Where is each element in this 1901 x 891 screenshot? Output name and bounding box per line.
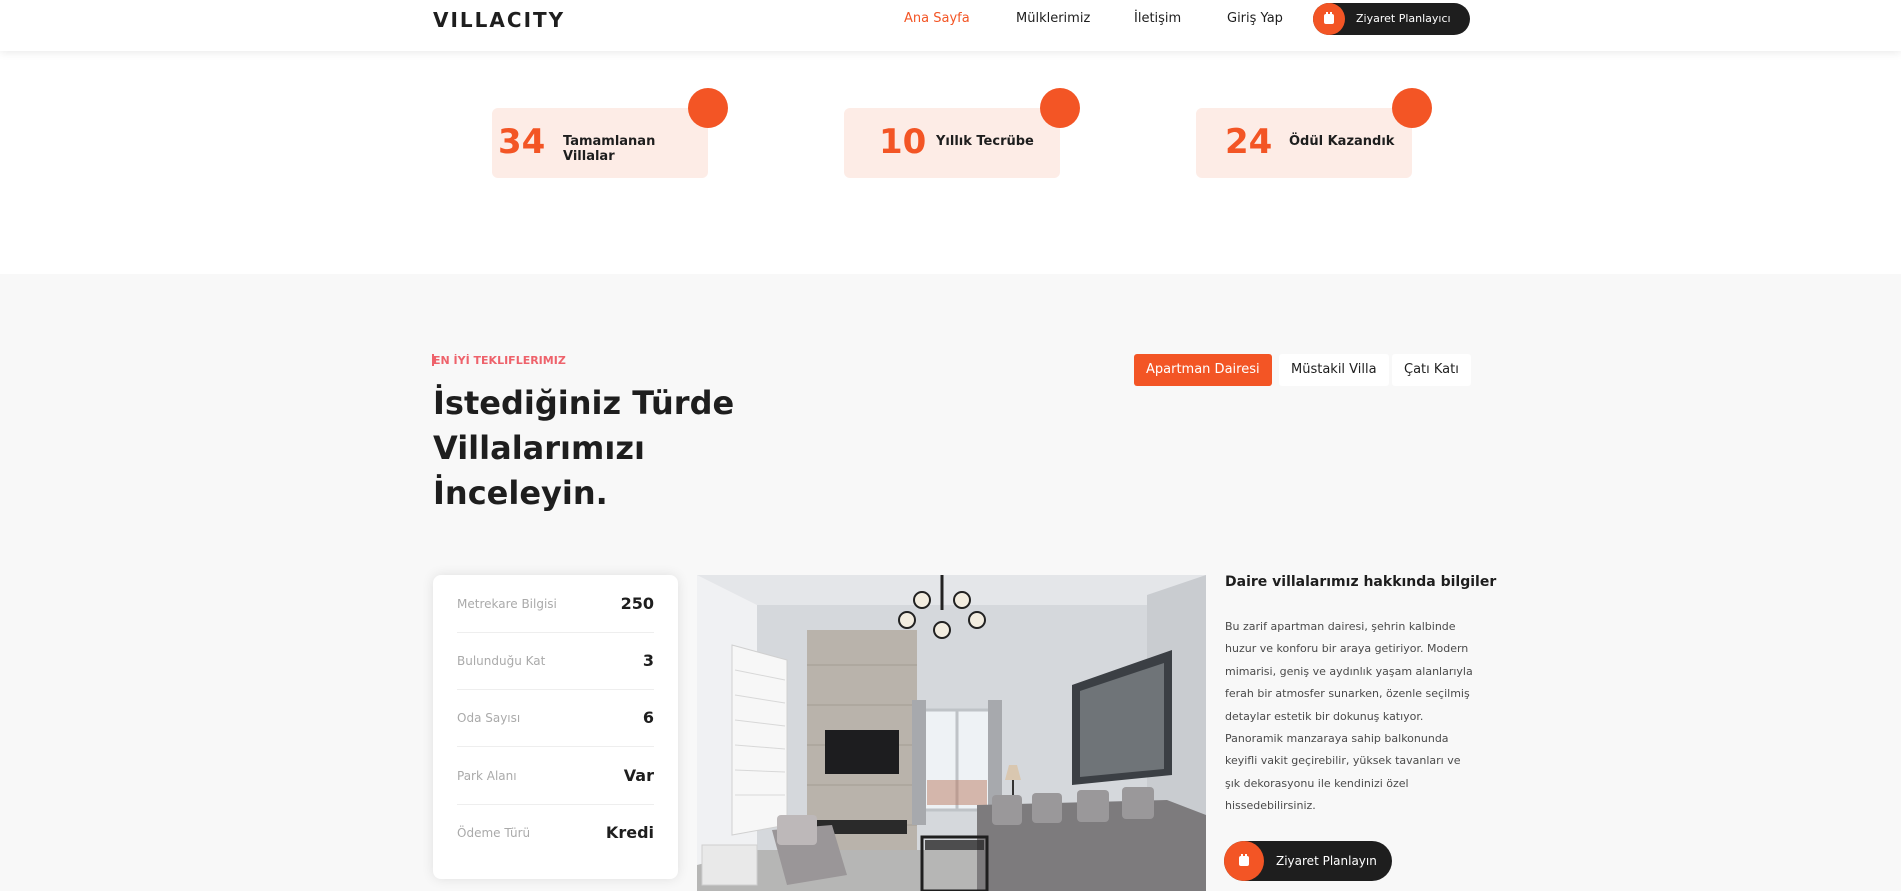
info-value: Kredi	[605, 823, 654, 842]
info-value: 6	[642, 708, 654, 727]
info-row-payment: Ödeme Türü Kredi	[457, 804, 654, 862]
counter-number: 34	[498, 122, 546, 162]
info-label: Metrekare Bilgisi	[457, 597, 557, 611]
visit-planner-button[interactable]: Ziyaret Planlayıcı	[1313, 3, 1470, 35]
info-value: 250	[620, 594, 654, 613]
info-label: Oda Sayısı	[457, 711, 521, 725]
calendar-icon	[1239, 854, 1249, 866]
tab-detached-villa[interactable]: Müstakil Villa	[1279, 354, 1389, 386]
info-label: Park Alanı	[457, 769, 517, 783]
counter-label: Ödül Kazandık	[1289, 134, 1395, 149]
info-label: Bulunduğu Kat	[457, 654, 546, 668]
section-heading: İstediğiniz Türde Villalarımızı İnceleyi…	[433, 384, 735, 512]
counter-completed-villas: 34 Tamamlanan Villalar	[492, 88, 728, 178]
living-room-photo	[697, 575, 1206, 891]
logo[interactable]: VILLACITY	[433, 8, 565, 32]
tab-apartment[interactable]: Apartman Dairesi	[1134, 354, 1272, 386]
counter-years-experience: 10 Yıllık Tecrübe	[844, 88, 1080, 178]
calendar-icon-circle	[1313, 3, 1345, 35]
calendar-icon-circle	[1224, 841, 1264, 881]
info-row-floor: Bulunduğu Kat 3	[457, 632, 654, 690]
visit-planner-label: Ziyaret Planlayıcı	[1356, 12, 1451, 25]
section-eyebrow: EN İYİ TEKLIFLERIMIZ	[432, 354, 566, 367]
counter-number: 24	[1225, 122, 1273, 162]
counter-dot	[688, 88, 728, 128]
nav-login[interactable]: Giriş Yap	[1227, 11, 1283, 26]
best-offers-section: EN İYİ TEKLIFLERIMIZ İstediğiniz Türde V…	[0, 274, 1901, 891]
site-header: VILLACITY Ana Sayfa Mülklerimiz İletişim…	[0, 0, 1901, 51]
description-text: Bu zarif apartman dairesi, şehrin kalbin…	[1225, 620, 1473, 813]
counter-awards: 24 Ödül Kazandık	[1196, 88, 1432, 178]
info-label: Ödeme Türü	[457, 826, 531, 840]
description-title: Daire villalarımız hakkında bilgiler	[1225, 574, 1497, 590]
info-row-rooms: Oda Sayısı 6	[457, 689, 654, 747]
schedule-visit-button[interactable]: Ziyaret Planlayın	[1224, 841, 1392, 881]
counter-label: Yıllık Tecrübe	[936, 134, 1034, 149]
living-room-illustration	[697, 575, 1206, 891]
nav-properties[interactable]: Mülklerimiz	[1016, 11, 1090, 26]
counter-dot	[1040, 88, 1080, 128]
info-row-parking: Park Alanı Var	[457, 747, 654, 805]
nav-contact[interactable]: İletişim	[1134, 11, 1181, 26]
info-value: 3	[642, 651, 654, 670]
counter-dot	[1392, 88, 1432, 128]
schedule-visit-label: Ziyaret Planlayın	[1276, 854, 1377, 868]
property-info-card: Metrekare Bilgisi 250 Bulunduğu Kat 3 Od…	[433, 575, 678, 879]
info-row-area: Metrekare Bilgisi 250	[457, 575, 654, 633]
tab-penthouse[interactable]: Çatı Katı	[1392, 354, 1471, 386]
counter-label: Tamamlanan Villalar	[563, 134, 656, 164]
nav-home[interactable]: Ana Sayfa	[904, 11, 970, 26]
counter-number: 10	[879, 122, 927, 162]
calendar-icon	[1324, 12, 1334, 24]
info-value: Var	[623, 766, 654, 785]
